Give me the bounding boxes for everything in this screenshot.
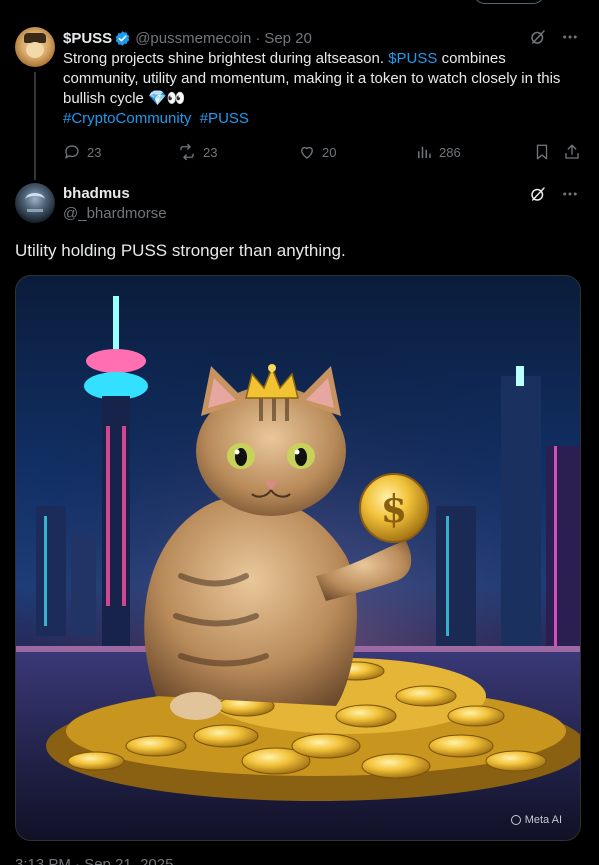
reply-count: 23 bbox=[87, 144, 102, 160]
display-name[interactable]: $PUSS bbox=[63, 30, 112, 47]
avatar-face bbox=[26, 42, 44, 58]
emoji: 💎👀 bbox=[148, 90, 186, 107]
repost-button[interactable]: 23 bbox=[177, 141, 217, 163]
avatar[interactable] bbox=[15, 27, 55, 67]
tweet-thread: $PUSS @pussmemecoin · Sep 20 Strong proj… bbox=[0, 0, 599, 865]
avatar-graphic bbox=[25, 193, 45, 207]
handle[interactable]: @pussmemecoin bbox=[135, 30, 251, 47]
like-count: 20 bbox=[322, 144, 337, 160]
cashtag-link[interactable]: $PUSS bbox=[388, 50, 437, 67]
media-badge: Meta AI bbox=[510, 814, 562, 826]
tweet-text-part: Strong projects shine brightest during a… bbox=[63, 50, 389, 67]
repost-count: 23 bbox=[203, 144, 218, 160]
views-count: 286 bbox=[439, 144, 461, 160]
tweet-timestamp[interactable]: 3:13 PM · Sep 21, 2025 bbox=[15, 856, 173, 865]
share-icon bbox=[565, 144, 579, 159]
handle[interactable]: @_bhardmorse bbox=[63, 205, 167, 222]
tweet-header: $PUSS @pussmemecoin · Sep 20 bbox=[63, 28, 312, 48]
display-name[interactable]: bhadmus bbox=[63, 185, 130, 202]
views-icon bbox=[418, 146, 431, 158]
bookmark-icon bbox=[536, 144, 548, 160]
reply-icon bbox=[65, 145, 79, 159]
avatar-graphic bbox=[27, 209, 43, 212]
svg-text:$: $ bbox=[381, 486, 407, 531]
media-badge-label: Meta AI bbox=[524, 814, 562, 826]
avatar[interactable] bbox=[15, 183, 55, 223]
tweet-media-image[interactable]: $ Meta AI bbox=[15, 275, 581, 841]
grok-icon[interactable] bbox=[529, 28, 547, 51]
share-button[interactable] bbox=[563, 141, 581, 163]
thread-connector-line bbox=[34, 72, 36, 180]
tweet-actions: 23 23 20 286 bbox=[63, 141, 583, 163]
header-actions bbox=[529, 185, 579, 208]
repost-icon bbox=[180, 143, 194, 161]
header-actions bbox=[529, 28, 579, 51]
hashtag-link[interactable]: #PUSS bbox=[200, 110, 249, 127]
bookmark-button[interactable] bbox=[533, 141, 551, 163]
tweet-text: Strong projects shine brightest during a… bbox=[63, 49, 583, 129]
tweet-date[interactable]: Sep 20 bbox=[264, 30, 312, 47]
more-icon[interactable] bbox=[561, 28, 579, 51]
separator-dot: · bbox=[255, 29, 261, 47]
meta-ai-icon bbox=[510, 815, 521, 825]
top-pill-button[interactable] bbox=[473, 0, 545, 4]
reply-button[interactable]: 23 bbox=[63, 141, 101, 163]
like-icon bbox=[301, 146, 313, 159]
views-button[interactable]: 286 bbox=[415, 141, 461, 163]
like-button[interactable]: 20 bbox=[298, 141, 336, 163]
verified-badge-icon[interactable] bbox=[114, 30, 131, 47]
cat-with-coins-illustration: $ bbox=[16, 276, 580, 840]
tweet-text: Utility holding PUSS stronger than anyth… bbox=[15, 241, 346, 260]
hashtag-link[interactable]: #CryptoCommunity bbox=[63, 110, 191, 127]
more-icon[interactable] bbox=[561, 185, 579, 208]
grok-icon[interactable] bbox=[529, 185, 547, 208]
